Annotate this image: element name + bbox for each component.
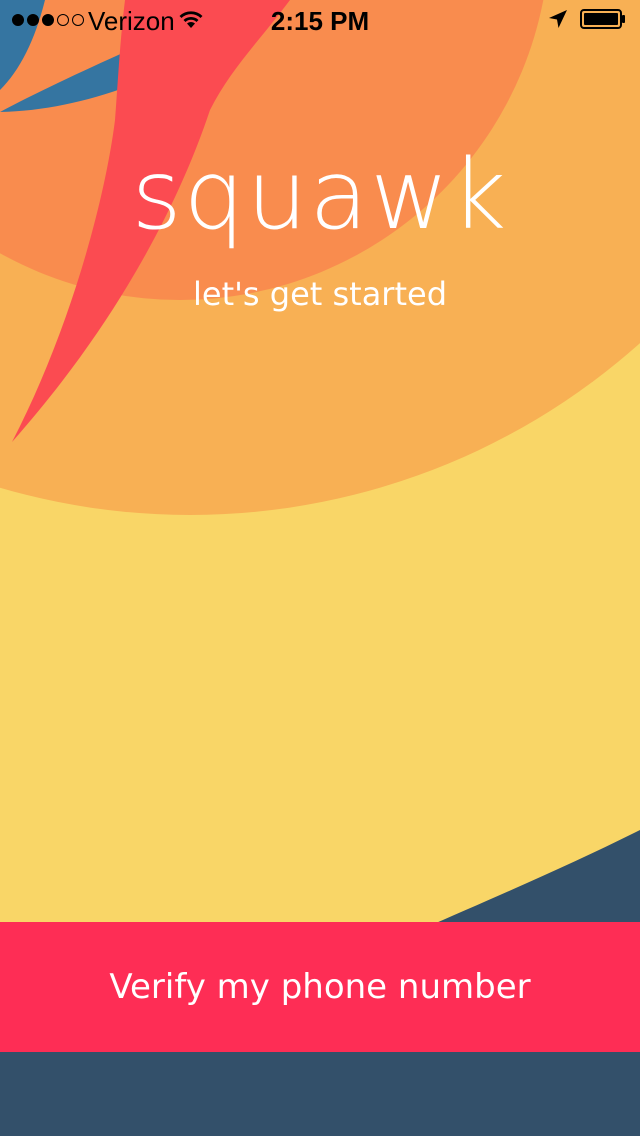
location-arrow-icon xyxy=(549,10,567,28)
app-logo: squawk xyxy=(131,139,509,251)
battery-icon xyxy=(580,9,625,29)
screen: Verizon 2:15 PM squawk let's get started… xyxy=(0,0,640,1136)
status-time: 2:15 PM xyxy=(270,6,370,36)
tagline: let's get started xyxy=(192,275,447,313)
status-bar: Verizon 2:15 PM xyxy=(0,0,640,40)
footer-bar xyxy=(0,1052,640,1136)
verify-phone-button[interactable]: Verify my phone number xyxy=(0,922,640,1052)
